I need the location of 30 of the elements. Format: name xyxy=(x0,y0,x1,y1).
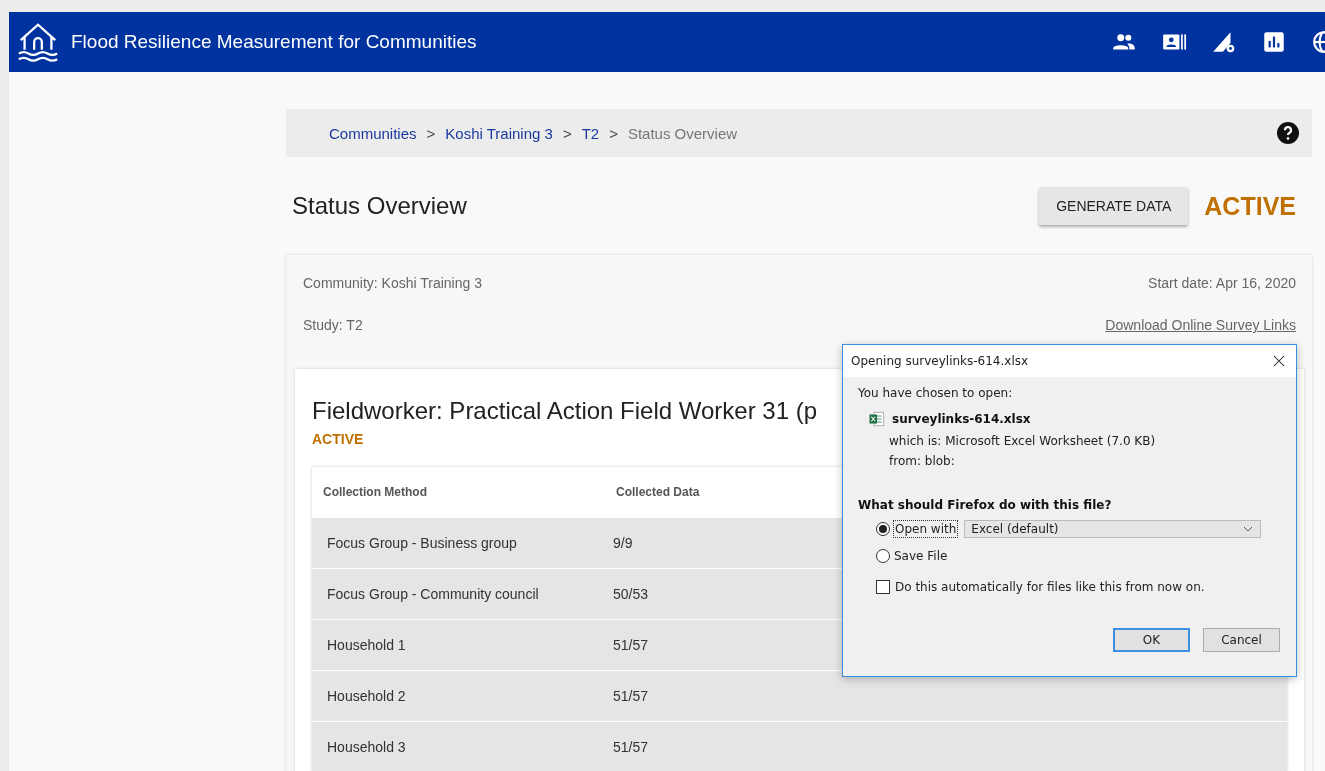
status-label: ACTIVE xyxy=(312,431,364,447)
app-title: Flood Resilience Measurement for Communities xyxy=(71,31,477,53)
breadcrumb-separator: > xyxy=(562,124,572,142)
table-cell: 9/9 xyxy=(613,535,633,551)
table-cell: 51/57 xyxy=(613,739,649,755)
page-title: Status Overview xyxy=(292,192,467,220)
breadcrumb-separator: > xyxy=(426,124,436,142)
table-cell: Focus Group - Business group xyxy=(327,535,517,551)
table-cell: Household 1 xyxy=(327,637,406,653)
column-header: Collection Method xyxy=(323,485,428,499)
table-cell: 51/57 xyxy=(613,688,649,704)
fieldworker-title: Fieldworker: Practical Action Field Worker 31 (p xyxy=(312,397,818,425)
breadcrumb-current: Status Overview xyxy=(627,124,738,142)
file-source: from: blob: xyxy=(889,454,956,468)
table-cell: Household 3 xyxy=(327,739,406,755)
table-cell: Household 2 xyxy=(327,688,406,704)
table-cell: 50/53 xyxy=(613,586,649,602)
status-label: ACTIVE xyxy=(1204,191,1296,221)
table-cell: Focus Group - Community council xyxy=(327,586,539,602)
table-cell: 51/57 xyxy=(613,637,649,653)
dialog-text: You have chosen to open: xyxy=(858,386,1014,400)
breadcrumb-separator: > xyxy=(609,124,618,142)
start-date-label: Start date: Apr 16, 2020 xyxy=(1148,275,1296,293)
community-label: Community: Koshi Training 3 xyxy=(303,275,482,293)
dialog-question: What should Firefox do with this file? xyxy=(858,498,1113,512)
column-header: Collected Data xyxy=(616,485,701,499)
dialog-title: Opening surveylinks-614.xlsx xyxy=(851,354,1029,368)
study-label: Study: T2 xyxy=(303,317,363,335)
file-name: surveylinks-614.xlsx xyxy=(892,412,1031,426)
file-type: which is: Microsoft Excel Worksheet (7.0 KB) xyxy=(889,434,1157,448)
